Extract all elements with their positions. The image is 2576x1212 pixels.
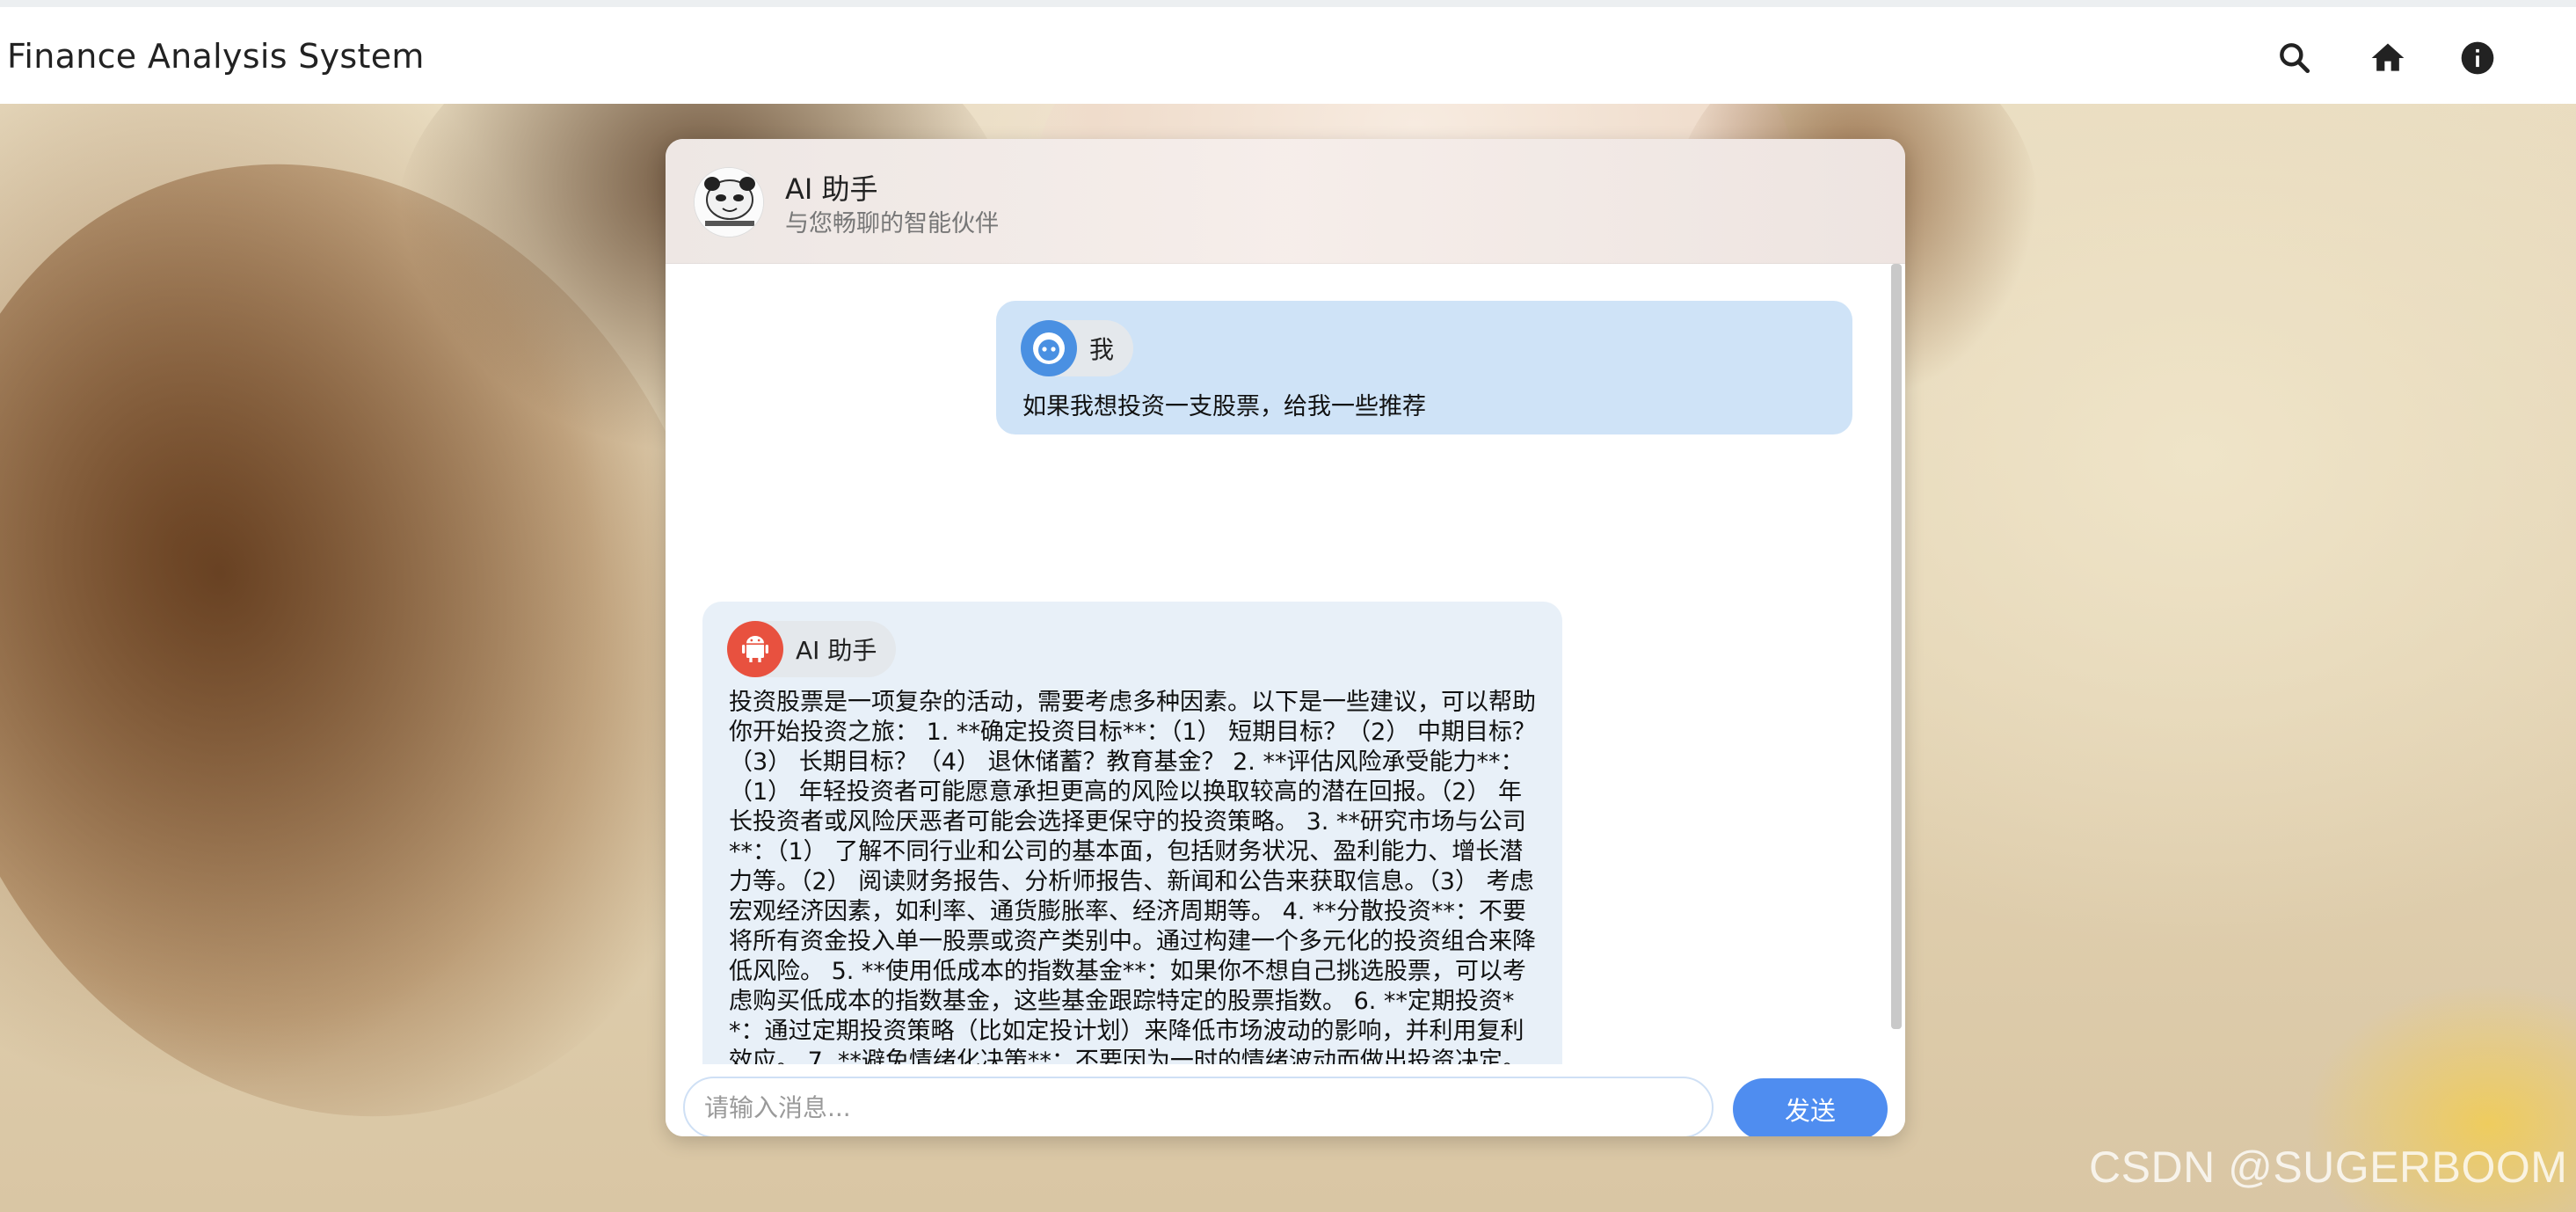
assistant-name-pill: AI 助手 [727,621,897,677]
home-icon[interactable] [2369,39,2407,77]
user-message-text: 如果我想投资一支股票，给我一些推荐 [1022,393,1426,420]
chat-window: AI 助手 与您畅聊的智能伙伴 我 如果我想投资一支股票，给我一些推荐 AI 助… [666,139,1905,1136]
assistant-message: AI 助手 投资股票是一项复杂的活动，需要考虑多种因素。以下是一些建议，可以帮助… [702,602,1562,1064]
message-list[interactable]: 我 如果我想投资一支股票，给我一些推荐 AI 助手 投资股票是一项复杂的活动，需… [666,264,1896,1064]
android-icon [727,621,783,677]
user-avatar-icon [1021,320,1077,376]
assistant-message-text: 投资股票是一项复杂的活动，需要考虑多种因素。以下是一些建议，可以帮助你开始投资之… [729,689,1536,1064]
chat-subtitle: 与您畅聊的智能伙伴 [785,210,999,237]
chat-header: AI 助手 与您畅聊的智能伙伴 [666,139,1905,264]
app-bar: Finance Analysis System [0,0,2576,104]
message-input[interactable] [683,1077,1714,1136]
assistant-name: AI 助手 [796,636,877,665]
app-title: Finance Analysis System [7,37,425,76]
message-scrollbar[interactable] [1891,264,1902,1029]
composer: 发送 [666,1064,1905,1136]
user-message: 我 如果我想投资一支股票，给我一些推荐 [996,301,1852,434]
info-icon[interactable] [2458,39,2497,77]
user-name-pill: 我 [1021,320,1134,376]
watermark: CSDN @SUGERBOOM [2089,1143,2568,1192]
send-button[interactable]: 发送 [1733,1078,1888,1136]
assistant-avatar [694,167,764,237]
search-icon[interactable] [2275,39,2314,77]
chat-title: AI 助手 [785,172,878,206]
user-name: 我 [1089,335,1115,364]
